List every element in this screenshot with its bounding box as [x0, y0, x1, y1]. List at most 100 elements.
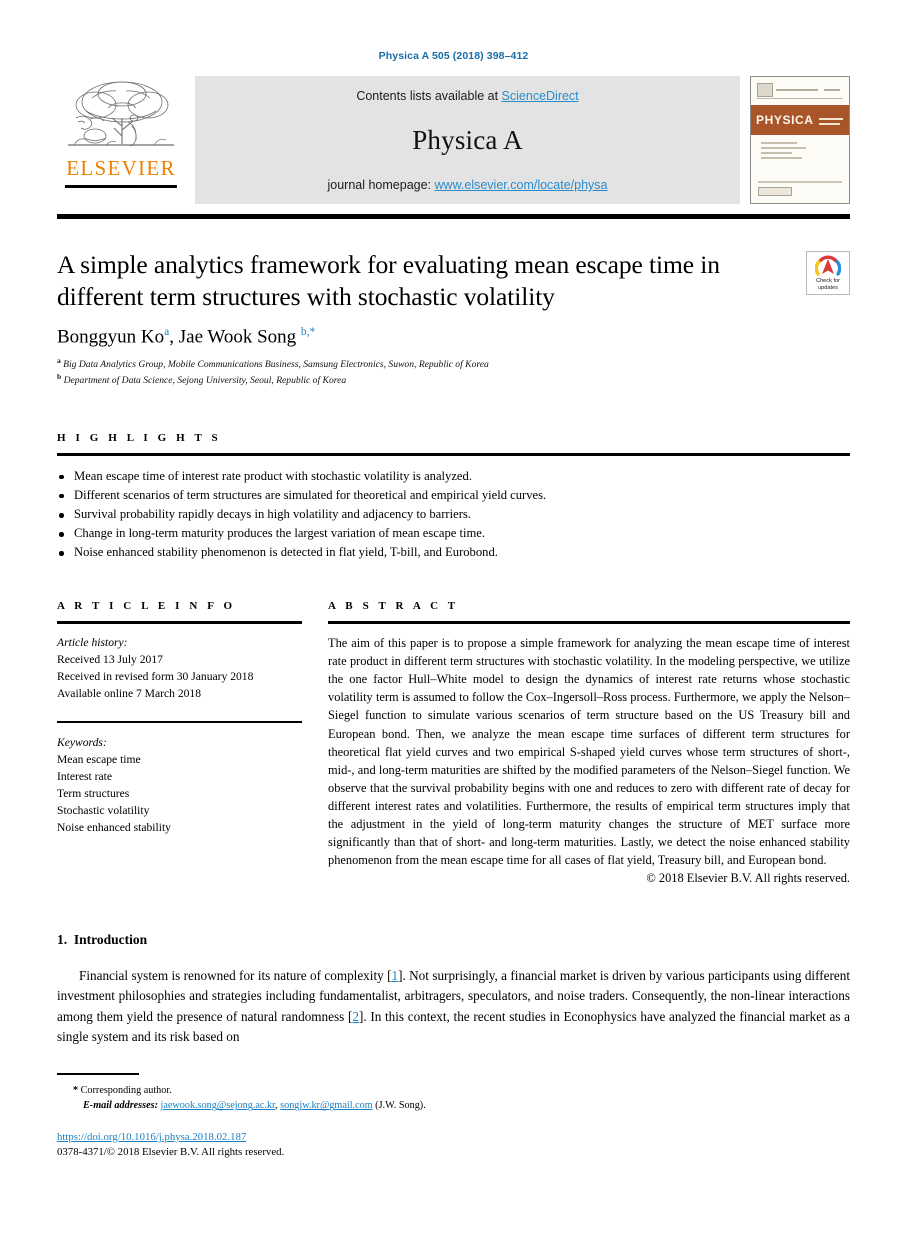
article-history-label: Article history: — [57, 635, 128, 649]
affiliation-item: a Big Data Analytics Group, Mobile Commu… — [57, 356, 770, 372]
footnote-block: * Corresponding author. E-mail addresses… — [57, 1072, 850, 1161]
abstract-divider — [328, 621, 850, 624]
running-head: Physica A 505 (2018) 398–412 — [378, 50, 529, 62]
article-history-block: Article history: Received 13 July 2017 R… — [57, 634, 302, 703]
crossmark-label: Check for updates — [816, 278, 840, 291]
list-item: Survival probability rapidly decays in h… — [57, 505, 850, 524]
section-title: Introduction — [73, 932, 148, 948]
article-info-heading: A R T I C L E I N F O — [57, 600, 236, 613]
cover-logo-chip — [757, 83, 773, 97]
list-item: Noise enhanced stability phenomenon is d… — [57, 543, 850, 562]
masthead-divider — [57, 214, 850, 219]
abstract-heading: A B S T R A C T — [328, 600, 459, 613]
corresponding-author-note: * Corresponding author. — [57, 1083, 850, 1098]
journal-homepage-line: journal homepage: www.elsevier.com/locat… — [327, 178, 607, 192]
introduction-section: 1. Introduction Financial system is reno… — [57, 932, 850, 1046]
elsevier-underline — [65, 185, 177, 188]
cover-issn-text — [824, 89, 840, 91]
cover-footer — [758, 181, 842, 196]
author-affil-mark: b,* — [300, 325, 316, 338]
abstract-section: A B S T R A C T The aim of this paper is… — [328, 600, 850, 886]
doi-block: https://doi.org/10.1016/j.physa.2018.02.… — [57, 1130, 850, 1161]
page-title: A simple analytics framework for evaluat… — [57, 250, 720, 311]
affiliations: a Big Data Analytics Group, Mobile Commu… — [57, 356, 770, 388]
contents-available-line: Contents lists available at ScienceDirec… — [356, 89, 578, 103]
elsevier-wordmark: ELSEVIER — [66, 156, 176, 180]
cover-header-text — [776, 89, 818, 91]
keyword-item: Term structures — [57, 787, 130, 801]
list-item: Mean escape time of interest rate produc… — [57, 467, 850, 486]
cover-subtitle-1 — [818, 117, 843, 120]
crossmark-line-1: Check for — [816, 278, 840, 285]
crossmark-line-2: updates — [818, 284, 838, 291]
cover-subtitle-2 — [818, 122, 840, 125]
cover-line — [761, 142, 797, 144]
journal-cover-thumbnail[interactable]: PHYSICA — [750, 76, 850, 204]
email-link-2[interactable]: songjw.kr@gmail.com — [280, 1100, 372, 1111]
doi-link[interactable]: https://doi.org/10.1016/j.physa.2018.02.… — [57, 1131, 246, 1143]
history-item: Available online 7 March 2018 — [57, 687, 202, 701]
email-suffix: (J.W. Song). — [372, 1100, 426, 1112]
keyword-item: Interest rate — [57, 769, 113, 783]
author-name[interactable]: Jae Wook Song — [179, 326, 296, 347]
intro-text-part-1: Financial system is renowned for its nat… — [79, 968, 392, 984]
issn-copyright-line: 0378-4371/© 2018 Elsevier B.V. All right… — [57, 1146, 285, 1159]
cover-contents-lines — [751, 135, 849, 159]
article-info-section: A R T I C L E I N F O Article history: R… — [57, 600, 302, 886]
email-note: E-mail addresses: jaewook.song@sejong.ac… — [57, 1098, 850, 1113]
citation-link-2[interactable]: 2 — [352, 1009, 359, 1024]
info-abstract-row: A R T I C L E I N F O Article history: R… — [57, 600, 850, 886]
list-item: Different scenarios of term structures a… — [57, 486, 850, 505]
author-name[interactable]: Bonggyun Ko — [57, 326, 164, 347]
elsevier-tree-icon — [68, 81, 174, 147]
cover-subtitle-lines — [814, 115, 849, 125]
keyword-item: Stochastic volatility — [57, 804, 150, 818]
affiliation-text: Big Data Analytics Group, Mobile Communi… — [63, 359, 489, 371]
history-item: Received in revised form 30 January 2018 — [57, 670, 254, 684]
abstract-body: The aim of this paper is to propose a si… — [328, 635, 850, 868]
corresponding-star: * — [73, 1085, 79, 1097]
highlights-list: Mean escape time of interest rate produc… — [57, 467, 850, 563]
journal-masthead: ELSEVIER Contents lists available at Sci… — [57, 76, 850, 204]
email-label: E-mail addresses: — [83, 1100, 158, 1112]
cover-publisher-badge — [758, 187, 792, 196]
journal-homepage-link[interactable]: www.elsevier.com/locate/physa — [435, 178, 608, 192]
journal-title: Physica A — [412, 125, 523, 155]
affiliation-mark: b — [57, 372, 62, 382]
cover-title-band: PHYSICA — [751, 105, 849, 135]
keywords-block: Keywords: Mean escape time Interest rate… — [57, 720, 302, 837]
footnote-rule — [57, 1072, 139, 1076]
email-link-1[interactable]: jaewook.song@sejong.ac.kr — [161, 1100, 276, 1111]
cover-line — [761, 157, 802, 159]
article-info-divider — [57, 621, 302, 624]
cover-footer-line — [758, 181, 842, 183]
crossmark-icon — [815, 255, 841, 276]
cover-header-strip — [757, 82, 843, 99]
cover-title-text: PHYSICA — [756, 113, 814, 127]
elsevier-logo: ELSEVIER — [57, 76, 185, 204]
keyword-item: Noise enhanced stability — [57, 821, 171, 835]
keywords-label: Keywords: — [57, 735, 107, 749]
affiliation-item: b Department of Data Science, Sejong Uni… — [57, 372, 770, 388]
corresponding-label: Corresponding author. — [80, 1085, 172, 1097]
highlights-divider — [57, 453, 850, 456]
abstract-copyright: © 2018 Elsevier B.V. All rights reserved… — [646, 871, 850, 886]
introduction-paragraph: Financial system is renowned for its nat… — [57, 966, 850, 1046]
cover-line — [761, 152, 793, 154]
author-list: Bonggyun Koa, Jae Wook Song b,* — [57, 325, 316, 348]
sciencedirect-link[interactable]: ScienceDirect — [502, 89, 579, 103]
title-block: Check for updates A simple analytics fra… — [57, 249, 850, 388]
journal-banner: Contents lists available at ScienceDirec… — [195, 76, 740, 204]
homepage-prefix: journal homepage: — [327, 178, 435, 192]
contents-prefix: Contents lists available at — [356, 89, 502, 103]
author-affil-mark: a — [164, 325, 170, 338]
affiliation-text: Department of Data Science, Sejong Unive… — [63, 375, 347, 387]
paper-page: Physica A 505 (2018) 398–412 ELSEVIER Co… — [0, 0, 907, 1238]
highlights-heading: H I G H L I G H T S — [57, 432, 222, 445]
cover-line — [761, 147, 807, 149]
section-heading-introduction: 1. Introduction — [57, 932, 850, 948]
history-item: Received 13 July 2017 — [57, 653, 163, 667]
highlights-section: H I G H L I G H T S Mean escape time of … — [57, 432, 850, 562]
crossmark-badge[interactable]: Check for updates — [806, 251, 850, 295]
list-item: Change in long-term maturity produces th… — [57, 524, 850, 543]
